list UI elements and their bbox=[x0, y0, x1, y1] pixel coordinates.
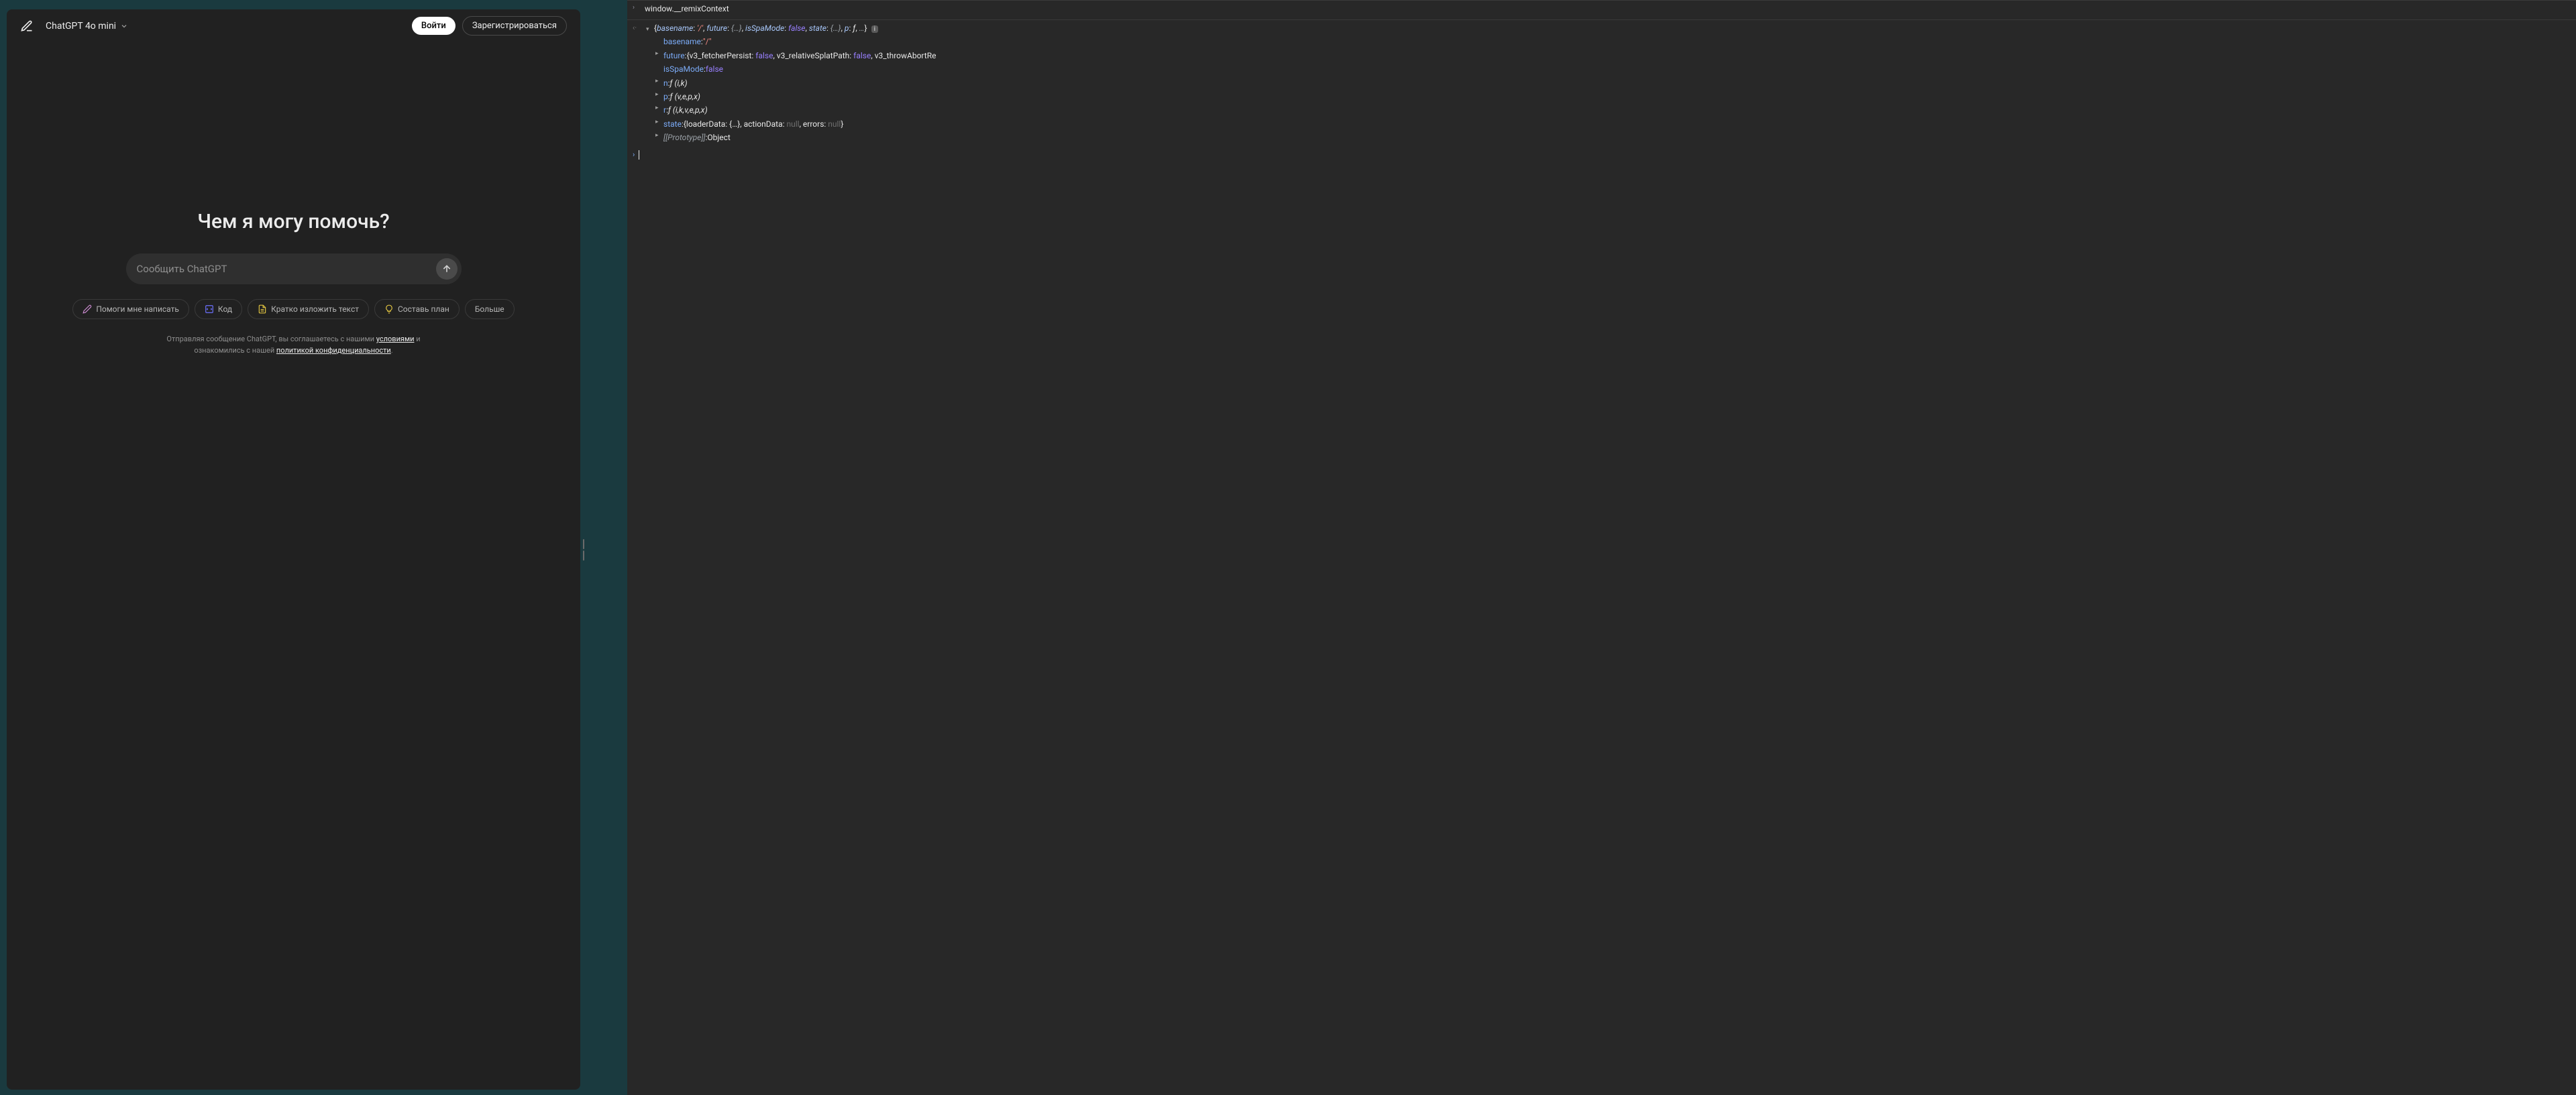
pencil-icon bbox=[83, 304, 92, 314]
chip-label: Составь план bbox=[398, 304, 449, 314]
disclosure-triangle-icon[interactable]: ▸ bbox=[655, 103, 663, 113]
doc-icon bbox=[258, 304, 267, 314]
console-result-object[interactable]: ▾{basename: '/', future: {…}, isSpaMode:… bbox=[646, 22, 2571, 144]
console-eval-row: › window.__remixContext bbox=[627, 1, 2576, 20]
object-summary-line[interactable]: ▾{basename: '/', future: {…}, isSpaMode:… bbox=[646, 22, 2571, 35]
page-heading: Чем я могу помочь? bbox=[197, 210, 389, 233]
chat-input-container bbox=[126, 253, 462, 284]
input-chevron-icon: › bbox=[633, 3, 641, 13]
resize-handle[interactable] bbox=[583, 539, 586, 561]
disclosure-triangle-icon[interactable]: ▸ bbox=[655, 117, 663, 127]
output-chevron-icon: ‹· bbox=[633, 22, 642, 34]
info-badge-icon[interactable]: i bbox=[871, 25, 878, 33]
object-property-row[interactable]: ▸state: {loaderData: {…}, actionData: nu… bbox=[646, 117, 2571, 131]
footer-disclaimer: Отправляя сообщение ChatGPT, вы соглашае… bbox=[153, 334, 435, 356]
suggestion-chip[interactable]: Код bbox=[195, 299, 242, 319]
disclosure-triangle-icon[interactable]: ▸ bbox=[655, 76, 663, 87]
object-property-row[interactable]: ▸n: ƒ (i,k) bbox=[646, 76, 2571, 90]
suggestion-chip[interactable]: Кратко изложить текст bbox=[248, 299, 369, 319]
model-name: ChatGPT 4o mini bbox=[46, 21, 116, 32]
chat-app-window: ChatGPT 4o mini Войти Зарегистрироваться… bbox=[7, 9, 580, 1090]
object-property-row[interactable]: ▸r: ƒ (i,k,v,e,p,x) bbox=[646, 103, 2571, 117]
disclosure-triangle-icon[interactable]: ▸ bbox=[655, 131, 663, 141]
send-button[interactable] bbox=[436, 258, 458, 280]
suggestion-chip[interactable]: Больше bbox=[465, 299, 515, 319]
object-property-row[interactable]: ▸future: {v3_fetcherPersist: false, v3_r… bbox=[646, 49, 2571, 62]
console-input-row[interactable]: › bbox=[627, 147, 2576, 163]
devtools-console: › window.__remixContext ‹· ▾{basename: '… bbox=[627, 0, 2576, 1095]
main-content: Чем я могу помочь? Помоги мне написать Ко… bbox=[7, 42, 580, 1090]
console-result-row: ‹· ▾{basename: '/', future: {…}, isSpaMo… bbox=[627, 20, 2576, 146]
object-property-row[interactable]: basename: "/" bbox=[646, 35, 2571, 48]
chevron-down-icon bbox=[120, 22, 128, 30]
new-chat-icon[interactable] bbox=[20, 19, 34, 33]
suggestion-chip[interactable]: Составь план bbox=[374, 299, 460, 319]
console-eval-expression: window.__remixContext bbox=[645, 3, 2571, 15]
app-header: ChatGPT 4o mini Войти Зарегистрироваться bbox=[7, 9, 580, 42]
disclosure-triangle-icon[interactable]: ▸ bbox=[655, 49, 663, 59]
console-input[interactable] bbox=[643, 150, 2571, 160]
privacy-link[interactable]: политикой конфиденциальности bbox=[276, 346, 391, 355]
input-chevron-icon: › bbox=[633, 150, 635, 159]
object-property-row[interactable]: ▸[[Prototype]]: Object bbox=[646, 131, 2571, 144]
model-selector[interactable]: ChatGPT 4o mini bbox=[40, 18, 133, 34]
suggestion-chip[interactable]: Помоги мне написать bbox=[72, 299, 189, 319]
chip-label: Помоги мне написать bbox=[96, 304, 179, 314]
chip-label: Больше bbox=[475, 304, 504, 314]
disclosure-triangle-icon[interactable]: ▸ bbox=[655, 90, 663, 100]
chip-label: Кратко изложить текст bbox=[271, 304, 359, 314]
terms-link[interactable]: условиями bbox=[376, 335, 415, 343]
chat-input[interactable] bbox=[137, 257, 436, 280]
signup-button[interactable]: Зарегистрироваться bbox=[462, 16, 567, 36]
disclosure-triangle-down-icon[interactable]: ▾ bbox=[646, 25, 654, 34]
login-button[interactable]: Войти bbox=[412, 17, 455, 35]
object-property-row[interactable]: isSpaMode: false bbox=[646, 62, 2571, 76]
chip-label: Код bbox=[218, 304, 232, 314]
bulb-icon bbox=[384, 304, 394, 314]
object-property-row[interactable]: ▸p: ƒ (v,e,p,x) bbox=[646, 90, 2571, 103]
code-icon bbox=[205, 304, 214, 314]
suggestion-chips: Помоги мне написать Код Кратко изложить те… bbox=[72, 299, 514, 319]
